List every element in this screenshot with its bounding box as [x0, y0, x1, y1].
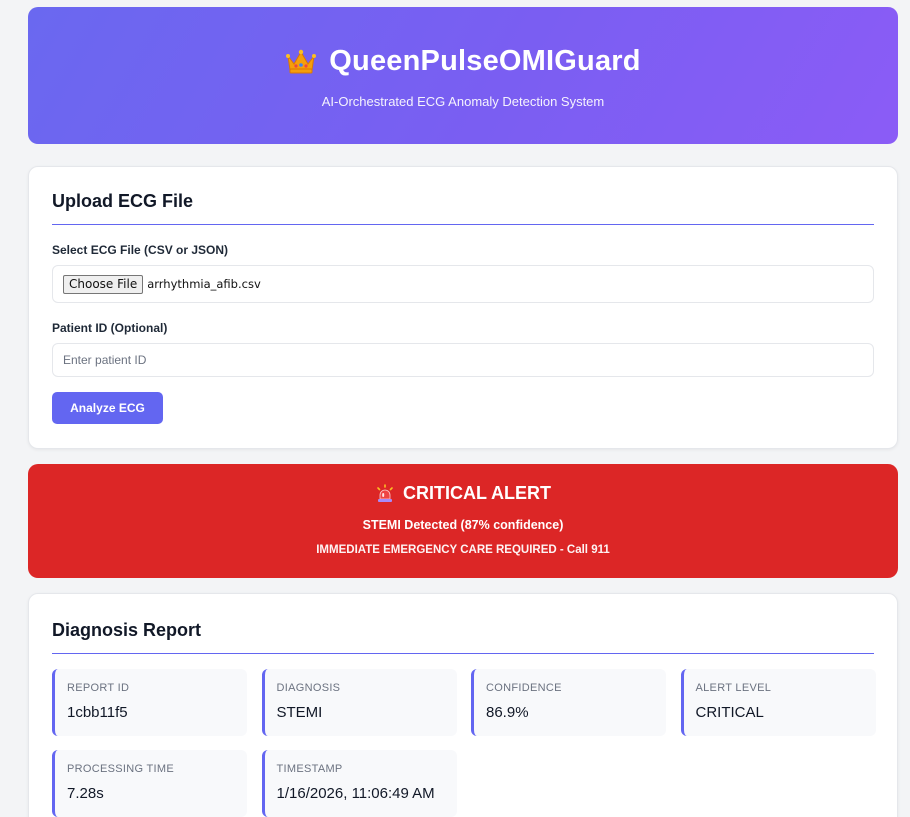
- patient-id-input[interactable]: [52, 343, 874, 377]
- diagnosis-report-card: Diagnosis Report REPORT ID 1cbb11f5 DIAG…: [28, 593, 898, 817]
- app-header: QueenPulseOMIGuard AI-Orchestrated ECG A…: [28, 7, 898, 144]
- page-container: QueenPulseOMIGuard AI-Orchestrated ECG A…: [28, 7, 898, 817]
- metric-diagnosis: DIAGNOSIS STEMI: [261, 669, 457, 736]
- alert-title: CRITICAL ALERT: [403, 483, 551, 503]
- metric-value: 7.28s: [67, 785, 104, 802]
- choose-file-button[interactable]: Choose File: [63, 274, 144, 294]
- metric-label: PROCESSING TIME: [67, 763, 174, 775]
- metric-label: DIAGNOSIS: [276, 682, 341, 694]
- metric-alert-level: ALERT LEVEL CRITICAL: [680, 669, 876, 736]
- metric-label: REPORT ID: [67, 682, 130, 694]
- metric-value: STEMI: [276, 704, 323, 721]
- alert-detail: STEMI Detected (87% confidence): [362, 518, 564, 532]
- metric-label: CONFIDENCE: [486, 682, 562, 694]
- metric-label: ALERT LEVEL: [695, 682, 772, 694]
- report-section-title: Diagnosis Report: [52, 620, 874, 654]
- metric-timestamp: TIMESTAMP 1/16/2026, 11:06:49 AM: [261, 750, 457, 817]
- alert-title-row: CRITICAL ALERT: [28, 483, 898, 504]
- report-metrics-grid: REPORT ID 1cbb11f5 DIAGNOSIS STEMI CONFI…: [52, 669, 876, 817]
- siren-icon: [375, 483, 395, 504]
- analyze-ecg-button[interactable]: Analyze ECG: [52, 392, 163, 424]
- app-subtitle: AI-Orchestrated ECG Anomaly Detection Sy…: [321, 94, 605, 109]
- file-input[interactable]: Choose File arrhythmia_afib.csv: [52, 265, 874, 303]
- metric-value: 1cbb11f5: [67, 704, 128, 721]
- title-row: QueenPulseOMIGuard: [28, 45, 898, 78]
- critical-alert-banner: CRITICAL ALERT STEMI Detected (87% confi…: [28, 464, 898, 578]
- upload-card: Upload ECG File Select ECG File (CSV or …: [28, 166, 898, 449]
- crown-icon: [285, 48, 317, 76]
- metric-processing-time: PROCESSING TIME 7.28s: [52, 750, 247, 817]
- metric-confidence: CONFIDENCE 86.9%: [471, 669, 666, 736]
- file-field-label: Select ECG File (CSV or JSON): [52, 243, 229, 257]
- app-title: QueenPulseOMIGuard: [329, 45, 641, 77]
- patient-id-label: Patient ID (Optional): [52, 321, 168, 335]
- metric-value: 1/16/2026, 11:06:49 AM: [276, 785, 435, 802]
- metric-report-id: REPORT ID 1cbb11f5: [52, 669, 247, 736]
- metric-label: TIMESTAMP: [276, 763, 343, 775]
- upload-section-title: Upload ECG File: [52, 191, 874, 225]
- metric-value: CRITICAL: [695, 704, 764, 721]
- alert-action: IMMEDIATE EMERGENCY CARE REQUIRED - Call…: [316, 544, 610, 556]
- selected-file-name: arrhythmia_afib.csv: [147, 277, 261, 291]
- metric-value: 86.9%: [486, 704, 529, 721]
